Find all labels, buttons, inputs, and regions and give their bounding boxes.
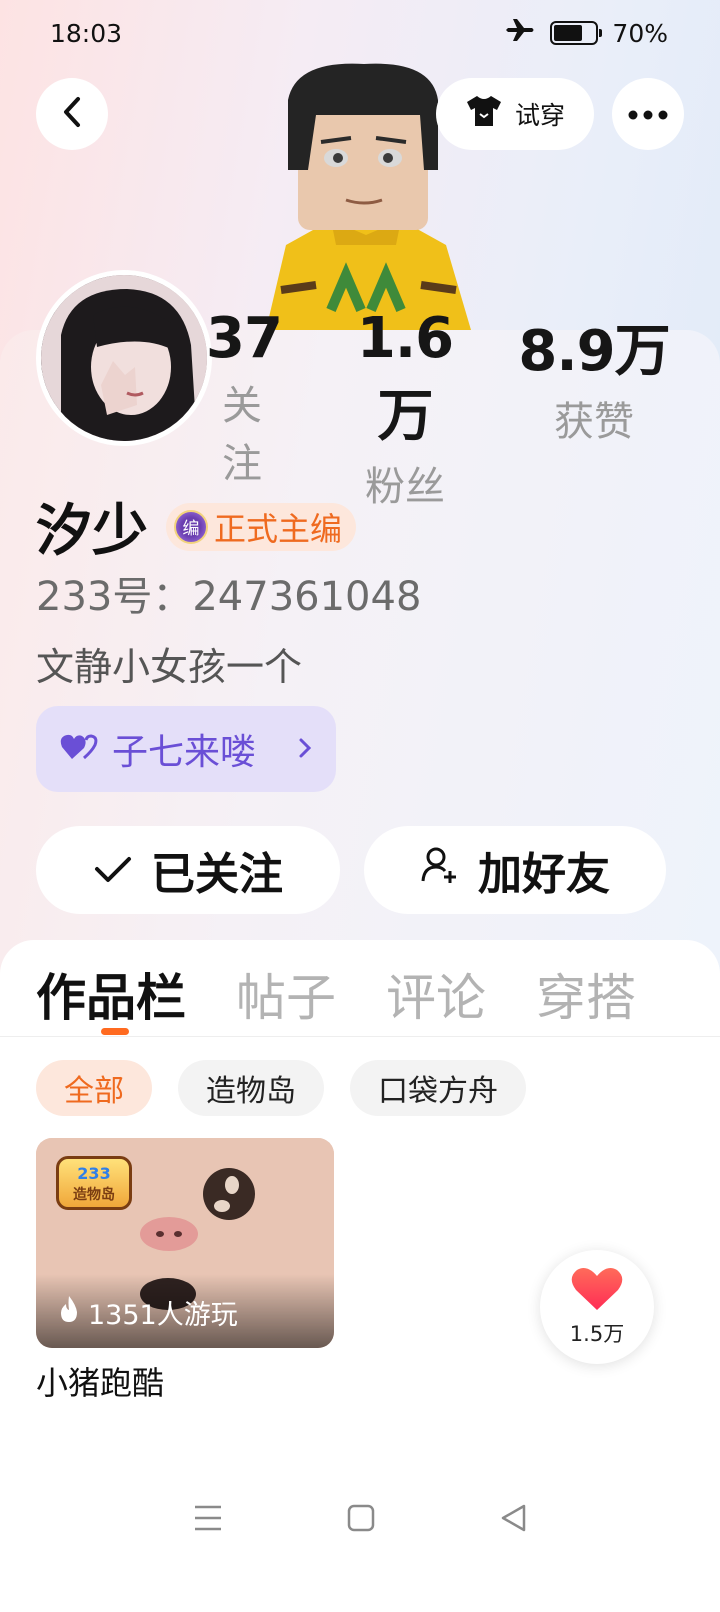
status-icons: 70% [506, 17, 668, 49]
stat-fans[interactable]: 1.6万 粉丝 [330, 306, 480, 512]
chevron-right-icon [298, 732, 312, 767]
play-count-label: 1351人游玩 [88, 1300, 238, 1331]
stat-likes[interactable]: 8.9万 获赞 [514, 306, 674, 447]
tab-posts[interactable]: 帖子 [236, 958, 336, 1030]
more-button[interactable] [612, 78, 684, 150]
following-label: 关注 [222, 383, 262, 487]
airplane-icon [506, 17, 536, 49]
group-chip-label: 子七来喽 [112, 732, 257, 773]
svg-text:造物岛: 造物岛 [73, 1186, 115, 1203]
stat-following[interactable]: 37 关注 [206, 306, 283, 489]
avatar[interactable] [36, 270, 212, 446]
flame-icon [58, 1295, 80, 1330]
like-button[interactable]: 1.5万 [540, 1250, 654, 1364]
filter-all[interactable]: 全部 [36, 1060, 152, 1116]
back-nav-icon[interactable] [499, 1503, 527, 1537]
svg-text:233: 233 [77, 1164, 110, 1183]
tab-outfits[interactable]: 穿搭 [536, 958, 636, 1030]
add-user-icon [420, 845, 460, 896]
try-on-button[interactable]: 试穿 [436, 78, 594, 150]
status-bar: 18:03 70% [0, 0, 720, 66]
likes-label: 获赞 [554, 399, 634, 445]
name-row: 汐少 编 正式主编 [36, 486, 357, 567]
user-id: 233号：247361048 [36, 574, 422, 620]
home-icon[interactable] [347, 1504, 375, 1536]
followed-button[interactable]: 已关注 [36, 826, 340, 914]
try-on-label: 试穿 [514, 101, 565, 130]
profile-tabs: 作品栏 帖子 评论 穿搭 [36, 958, 636, 1030]
editor-badge-label: 正式主编 [214, 509, 343, 548]
user-name: 汐少 [36, 499, 148, 564]
system-nav-bar [0, 1480, 720, 1560]
tab-works[interactable]: 作品栏 [36, 958, 186, 1030]
work-filters: 全部 造物岛 口袋方舟 [36, 1060, 526, 1116]
followed-label: 已关注 [151, 849, 283, 900]
group-chip[interactable]: 子七来喽 [36, 706, 336, 792]
add-friend-label: 加好友 [478, 849, 610, 900]
active-tab-indicator [101, 1028, 129, 1035]
heart-icon [571, 1266, 623, 1316]
battery-percent: 70% [612, 18, 668, 48]
checkmark-icon [93, 845, 133, 896]
creation-island-logo: 233 造物岛 [56, 1156, 132, 1210]
battery-icon [550, 21, 603, 45]
fans-count: 1.6万 [356, 306, 454, 449]
menu-icon[interactable] [193, 1504, 223, 1536]
play-count: 1351人游玩 [58, 1293, 238, 1332]
work-title[interactable]: 小猪跑酷 [36, 1358, 164, 1404]
user-bio: 文静小女孩一个 [36, 645, 303, 689]
filter-pocket-ark[interactable]: 口袋方舟 [350, 1060, 526, 1116]
back-button[interactable] [36, 78, 108, 150]
tshirt-icon [465, 94, 503, 134]
likes-count: 8.9万 [518, 319, 670, 384]
tab-divider [0, 1036, 720, 1037]
work-card[interactable]: 233 造物岛 1351人游玩 [36, 1138, 334, 1348]
add-friend-button[interactable]: 加好友 [364, 826, 666, 914]
filter-creation-island[interactable]: 造物岛 [178, 1060, 324, 1116]
following-count: 37 [206, 306, 283, 371]
back-icon [60, 96, 84, 132]
editor-badge-icon: 编 [174, 509, 208, 544]
tab-comments[interactable]: 评论 [386, 958, 486, 1030]
more-icon [628, 105, 668, 124]
battery-level [554, 25, 583, 41]
editor-badge[interactable]: 编 正式主编 [166, 502, 357, 551]
like-count: 1.5万 [569, 1322, 625, 1346]
heart-pair-icon [60, 729, 98, 770]
status-time: 18:03 [50, 18, 123, 48]
